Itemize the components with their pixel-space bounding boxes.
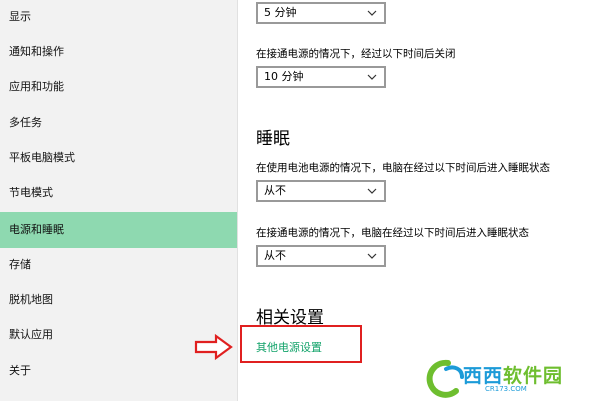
screen-battery-dropdown[interactable]: 5 分钟 bbox=[256, 2, 386, 24]
sleep-battery-description: 在使用电池电源的情况下，电脑在经过以下时间后进入睡眠状态 bbox=[256, 162, 550, 174]
sleep-plugged-dropdown[interactable]: 从不 bbox=[256, 245, 386, 267]
sleep-heading: 睡眠 bbox=[256, 129, 290, 149]
watermark-site: CR173.COM bbox=[485, 385, 527, 393]
watermark-brand: 西西软件园 bbox=[463, 365, 564, 387]
highlight-box bbox=[240, 325, 362, 363]
sidebar-item-multitasking[interactable]: 多任务 bbox=[0, 106, 237, 140]
sleep-plugged-value: 从不 bbox=[264, 249, 286, 262]
sidebar-item-battery-saver[interactable]: 节电模式 bbox=[0, 176, 237, 210]
right-arrow-icon bbox=[194, 333, 233, 361]
sleep-battery-dropdown[interactable]: 从不 bbox=[256, 180, 386, 202]
chevron-down-icon bbox=[367, 74, 377, 80]
screen-plugged-value: 10 分钟 bbox=[264, 70, 304, 83]
sidebar-item-power-sleep[interactable]: 电源和睡眠 bbox=[0, 212, 237, 248]
sidebar-item-storage[interactable]: 存储 bbox=[0, 248, 237, 282]
sidebar-item-display[interactable]: 显示 bbox=[0, 0, 237, 34]
screen-plugged-dropdown[interactable]: 10 分钟 bbox=[256, 66, 386, 88]
sidebar-item-notifications[interactable]: 通知和操作 bbox=[0, 35, 237, 69]
sidebar-item-offline-maps[interactable]: 脱机地图 bbox=[0, 283, 237, 317]
chevron-down-icon bbox=[367, 253, 377, 259]
chevron-down-icon bbox=[367, 10, 377, 16]
sleep-battery-value: 从不 bbox=[264, 184, 286, 197]
chevron-down-icon bbox=[367, 188, 377, 194]
sidebar-item-tablet-mode[interactable]: 平板电脑模式 bbox=[0, 141, 237, 175]
screen-plugged-description: 在接通电源的情况下，经过以下时间后关闭 bbox=[256, 48, 456, 60]
sleep-plugged-description: 在接通电源的情况下，电脑在经过以下时间后进入睡眠状态 bbox=[256, 227, 529, 239]
screen-battery-value: 5 分钟 bbox=[264, 6, 297, 19]
sidebar-item-apps-features[interactable]: 应用和功能 bbox=[0, 70, 237, 104]
